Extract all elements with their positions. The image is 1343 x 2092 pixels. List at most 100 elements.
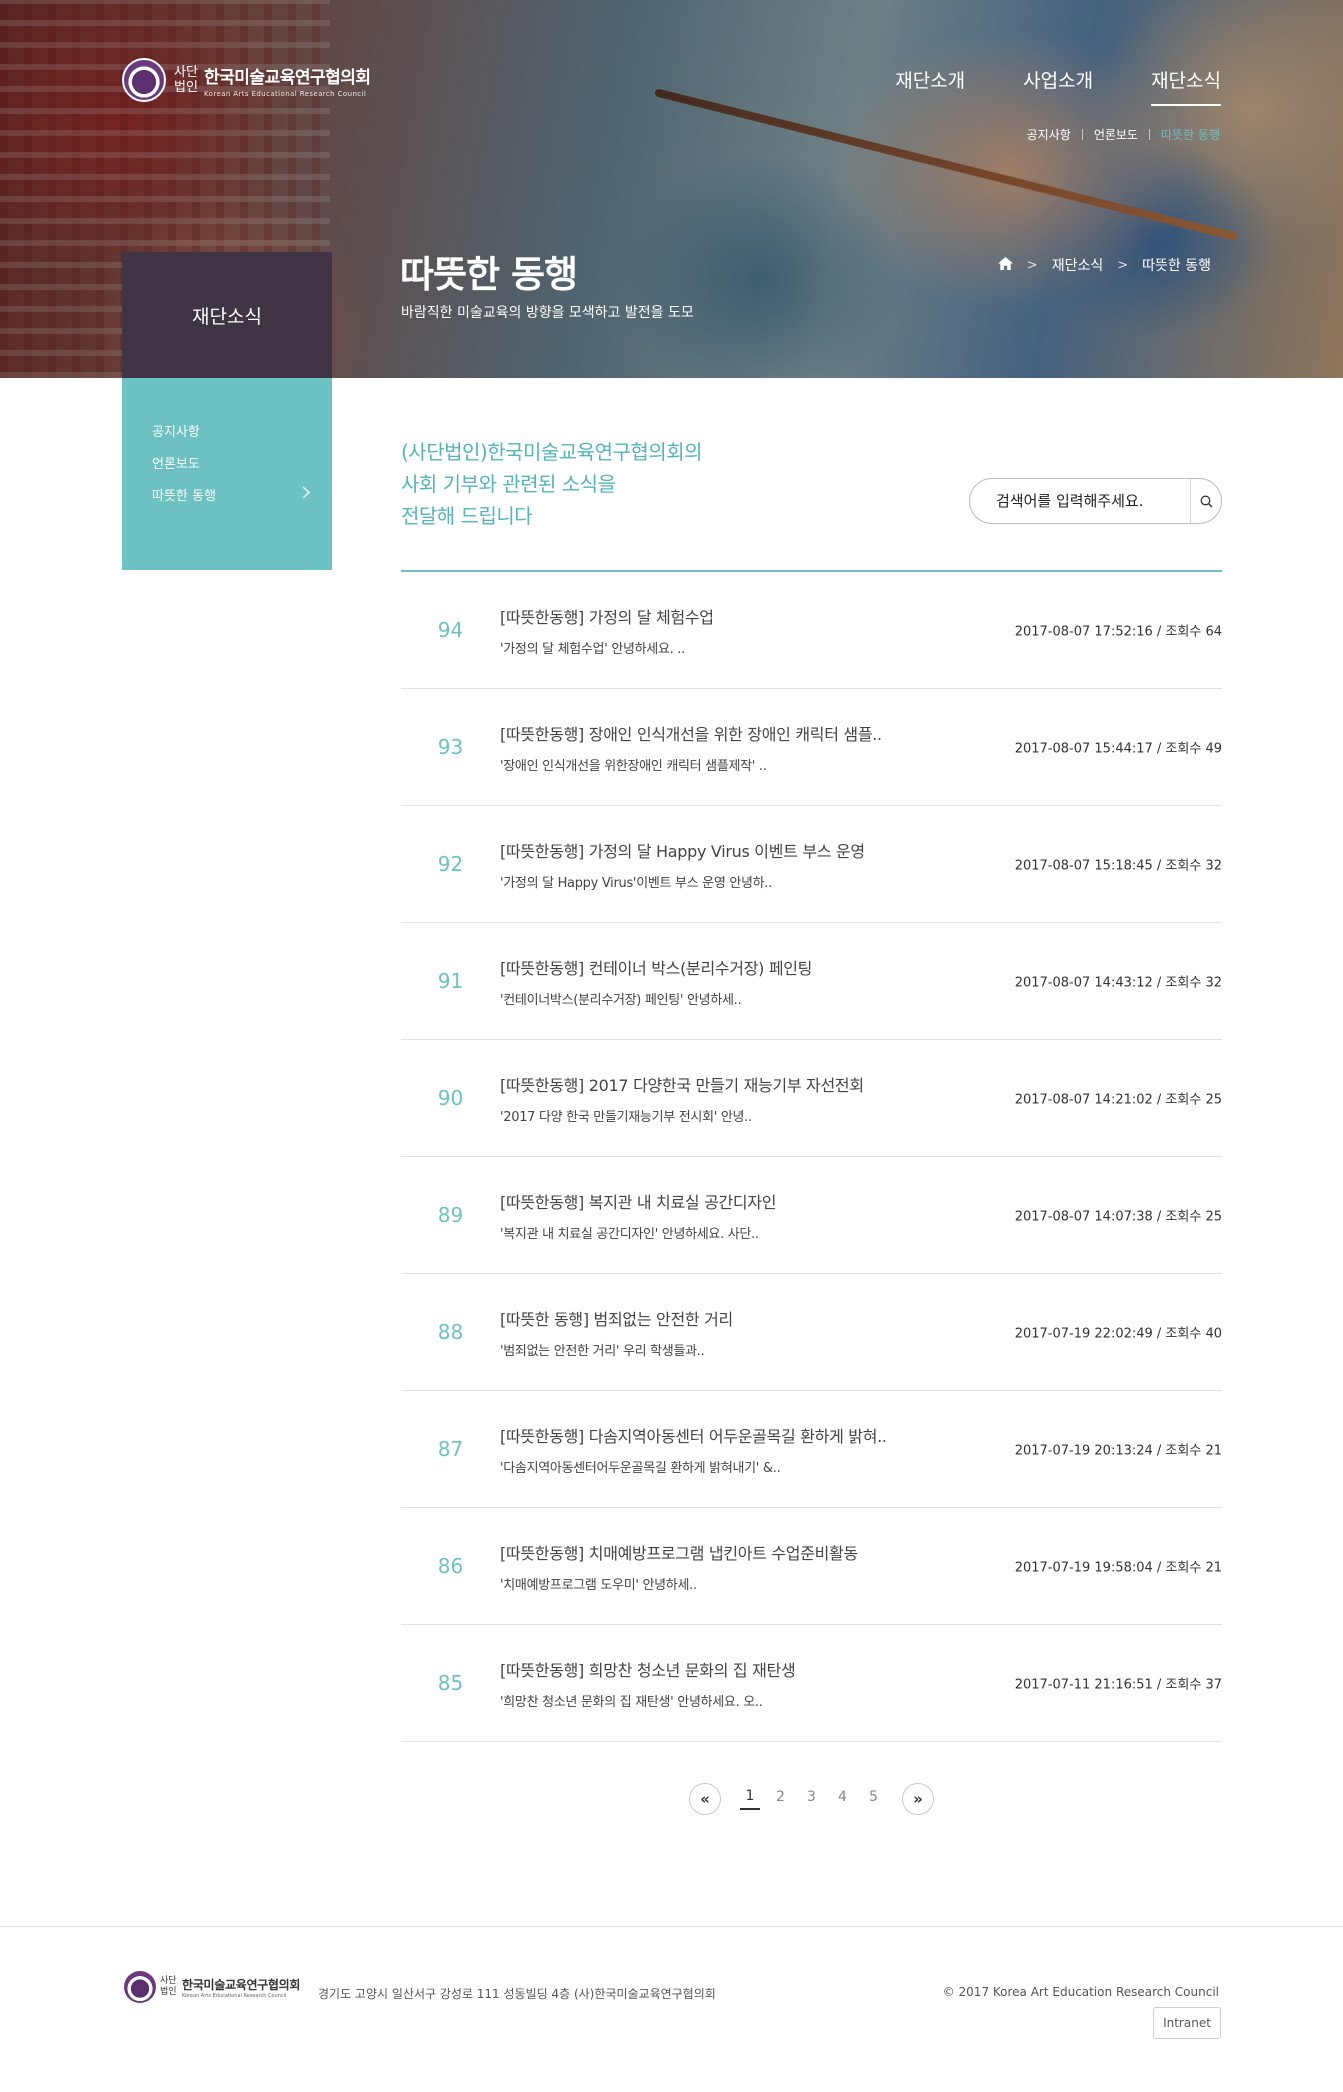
intro-text: (사단법인)한국미술교육연구협의회의 사회 기부와 관련된 소식을 전달해 드립… <box>401 436 703 532</box>
post-row[interactable]: 86 [따뜻한동행] 치매예방프로그램 냅킨아트 수업준비활동 '치매예방프로그… <box>401 1508 1222 1625</box>
sidebar-item-label: 따뜻한 동행 <box>152 488 216 504</box>
logo-name: 한국미술교육연구협의회 <box>204 67 371 88</box>
post-summary: '가정의 달 체험수업' 안녕하세요. .. <box>500 641 685 657</box>
post-number: 85 <box>437 1671 464 1695</box>
post-summary: '장애인 인식개선을 위한장애인 캐릭터 샘플제작' .. <box>500 758 767 774</box>
search-box <box>969 478 1222 524</box>
emblem-icon <box>124 1971 156 2003</box>
post-meta: 2017-08-07 17:52:16 / 조회수 64 <box>1014 624 1222 640</box>
post-meta: 2017-08-07 15:18:45 / 조회수 32 <box>1014 858 1222 874</box>
page-numbers: 1 2 3 4 5 <box>735 1788 889 1810</box>
home-icon[interactable] <box>997 256 1013 274</box>
sub-nav-notice[interactable]: 공지사항 <box>1027 126 1071 143</box>
post-meta: 2017-07-19 19:58:04 / 조회수 21 <box>1014 1560 1222 1576</box>
post-number: 89 <box>437 1203 464 1227</box>
sidebar-item-warm-companion[interactable]: 따뜻한 동행 <box>122 478 332 510</box>
post-number: 91 <box>437 969 464 993</box>
footer-logo: 사단 법인 한국미술교육연구협의회 Korean Arts Educationa… <box>124 1971 300 2003</box>
search-icon <box>1200 495 1212 507</box>
post-row[interactable]: 92 [따뜻한동행] 가정의 달 Happy Virus 이벤트 부스 운영 '… <box>401 806 1222 923</box>
post-summary: '희망찬 청소년 문화의 집 재탄생' 안녕하세요. 오.. <box>500 1694 763 1710</box>
first-page-button[interactable]: « <box>689 1783 721 1815</box>
post-row[interactable]: 85 [따뜻한동행] 희망찬 청소년 문화의 집 재탄생 '희망찬 청소년 문화… <box>401 1625 1222 1742</box>
page-number-1[interactable]: 1 <box>740 1788 760 1810</box>
nav-item-business[interactable]: 사업소개 <box>1023 66 1093 103</box>
last-page-button[interactable]: » <box>902 1783 934 1815</box>
page-description: 바람직한 미술교육의 방향을 모색하고 발전을 도모 <box>401 305 694 321</box>
post-summary: '범죄없는 안전한 거리' 우리 학생들과.. <box>500 1343 705 1359</box>
page-number-2[interactable]: 2 <box>765 1789 796 1809</box>
main-nav: 재단소개 사업소개 재단소식 <box>837 66 1221 106</box>
post-number: 90 <box>437 1086 464 1110</box>
post-meta: 2017-08-07 14:21:02 / 조회수 25 <box>1014 1092 1222 1108</box>
post-number: 92 <box>437 852 464 876</box>
sidebar-item-press[interactable]: 언론보도 <box>122 446 332 478</box>
post-row[interactable]: 88 [따뜻한 동행] 범죄없는 안전한 거리 '범죄없는 안전한 거리' 우리… <box>401 1274 1222 1391</box>
post-meta: 2017-08-07 14:43:12 / 조회수 32 <box>1014 975 1222 991</box>
chevron-right-icon <box>302 486 310 503</box>
search-button[interactable] <box>1190 479 1221 523</box>
intro-line: (사단법인)한국미술교육연구협의회의 <box>401 440 703 464</box>
page-title: 따뜻한 동행 <box>400 253 578 296</box>
site-logo[interactable]: 사단 법인 한국미술교육연구협의회 Korean Arts Educationa… <box>122 58 371 102</box>
sub-nav-press[interactable]: 언론보도 <box>1094 126 1138 143</box>
post-summary: '복지관 내 치료실 공간디자인' 안녕하세요. 사단.. <box>500 1226 759 1242</box>
sub-nav-divider <box>1081 129 1083 140</box>
post-number: 88 <box>437 1320 464 1344</box>
post-summary: '가정의 달 Happy Virus'이벤트 부스 운영 안녕하.. <box>500 875 772 891</box>
search-input[interactable] <box>970 479 1190 523</box>
sub-nav-divider <box>1148 129 1150 140</box>
post-row[interactable]: 91 [따뜻한동행] 컨테이너 박스(분리수거장) 페인팅 '컨테이너박스(분리… <box>401 923 1222 1040</box>
intro-line: 사회 기부와 관련된 소식을 <box>401 472 616 496</box>
post-number: 86 <box>437 1554 464 1578</box>
logo-corp-type: 사단 법인 <box>174 65 198 95</box>
post-row[interactable]: 87 [따뜻한동행] 다솜지역아동센터 어두운골목길 환하게 밝혀.. '다솜지… <box>401 1391 1222 1508</box>
sidebar-item-label: 공지사항 <box>152 424 200 440</box>
post-number: 93 <box>437 735 464 759</box>
sub-nav: 공지사항 언론보도 따뜻한 동행 <box>1027 126 1220 143</box>
post-row[interactable]: 93 [따뜻한동행] 장애인 인식개선을 위한 장애인 캐릭터 샘플.. '장애… <box>401 689 1222 806</box>
logo-english: Korean Arts Educational Research Council <box>204 89 367 98</box>
page-number-5[interactable]: 5 <box>858 1789 889 1809</box>
post-meta: 2017-08-07 14:07:38 / 조회수 25 <box>1014 1209 1222 1225</box>
chevron-right-icon: > <box>1117 257 1129 273</box>
post-summary: '다솜지역아동센터어두운골목길 환하게 밝혀내기' &.. <box>500 1460 781 1476</box>
footer-logo-name: 한국미술교육연구협의회 <box>182 1977 301 1992</box>
intranet-button[interactable]: Intranet <box>1153 2007 1221 2039</box>
sidebar-item-notice[interactable]: 공지사항 <box>122 414 332 446</box>
nav-item-about[interactable]: 재단소개 <box>895 66 965 103</box>
breadcrumb-item-current[interactable]: 따뜻한 동행 <box>1142 255 1211 275</box>
breadcrumb-item-news[interactable]: 재단소식 <box>1052 255 1104 275</box>
breadcrumb: > 재단소식 > 따뜻한 동행 <box>997 255 1211 275</box>
sidebar-heading: 재단소식 <box>122 252 332 378</box>
footer-address: 경기도 고양시 일산서구 강성로 111 성동빌딩 4층 (사)한국미술교육연구… <box>318 1987 716 2001</box>
footer-logo-text: 한국미술교육연구협의회 Korean Arts Educational Rese… <box>182 1976 300 1999</box>
page-number-4[interactable]: 4 <box>827 1789 858 1809</box>
post-number: 94 <box>437 618 464 642</box>
post-meta: 2017-07-19 22:02:49 / 조회수 40 <box>1014 1326 1222 1342</box>
chevron-right-icon: > <box>1026 257 1038 273</box>
page-number-3[interactable]: 3 <box>796 1789 827 1809</box>
sidebar-item-label: 언론보도 <box>152 456 200 472</box>
post-row[interactable]: 89 [따뜻한동행] 복지관 내 치료실 공간디자인 '복지관 내 치료실 공간… <box>401 1157 1222 1274</box>
footer-corp-type: 사단 법인 <box>160 1976 177 1997</box>
pagination: « 1 2 3 4 5 » <box>689 1783 934 1815</box>
post-row[interactable]: 94 [따뜻한동행] 가정의 달 체험수업 '가정의 달 체험수업' 안녕하세요… <box>401 572 1222 689</box>
post-meta: 2017-07-11 21:16:51 / 조회수 37 <box>1014 1677 1222 1693</box>
post-list: 94 [따뜻한동행] 가정의 달 체험수업 '가정의 달 체험수업' 안녕하세요… <box>401 570 1222 1742</box>
post-meta: 2017-08-07 15:44:17 / 조회수 49 <box>1014 741 1222 757</box>
footer: 사단 법인 한국미술교육연구협의회 Korean Arts Educationa… <box>0 1926 1343 2092</box>
nav-item-news[interactable]: 재단소식 <box>1151 66 1221 106</box>
emblem-icon <box>122 58 166 102</box>
intro-line: 전달해 드립니다 <box>401 504 533 528</box>
post-row[interactable]: 90 [따뜻한동행] 2017 다양한국 만들기 재능기부 자선전회 '2017… <box>401 1040 1222 1157</box>
sub-nav-warm-companion[interactable]: 따뜻한 동행 <box>1161 126 1220 143</box>
logo-text: 한국미술교육연구협의회 Korean Arts Educational Rese… <box>204 63 371 98</box>
post-summary: '2017 다양 한국 만들기재능기부 전시회' 안녕.. <box>500 1109 752 1125</box>
post-number: 87 <box>437 1437 464 1461</box>
sidebar-menu: 공지사항 언론보도 따뜻한 동행 <box>122 378 332 570</box>
post-meta: 2017-07-19 20:13:24 / 조회수 21 <box>1014 1443 1222 1459</box>
footer-logo-english: Korean Arts Educational Research Council <box>182 1992 287 1999</box>
footer-copyright: © 2017 Korea Art Education Research Coun… <box>942 1985 1219 1999</box>
post-summary: '컨테이너박스(분리수거장) 페인팅' 안녕하세.. <box>500 992 742 1008</box>
